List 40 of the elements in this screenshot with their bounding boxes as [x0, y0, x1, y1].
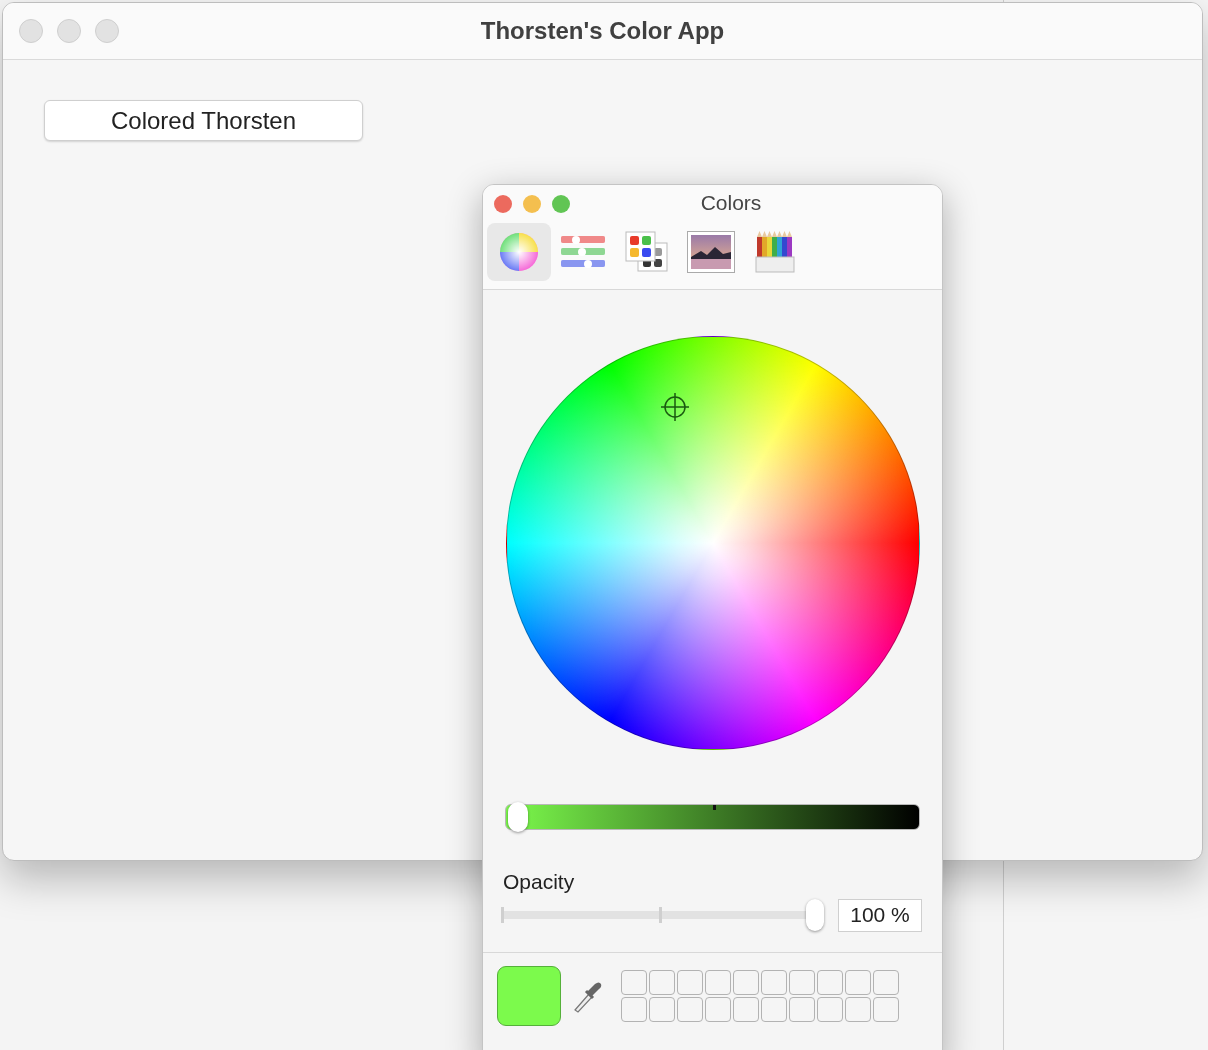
brightness-slider[interactable]: [505, 804, 920, 830]
zoom-button[interactable]: [552, 195, 570, 213]
empty-swatch-slot[interactable]: [873, 970, 899, 995]
empty-swatch-slot[interactable]: [733, 970, 759, 995]
opacity-label: Opacity: [503, 870, 576, 894]
minimize-button[interactable]: [57, 19, 81, 43]
empty-swatch-slot[interactable]: [705, 970, 731, 995]
panel-title: Colors: [699, 191, 763, 215]
palette-swatches-icon: [625, 231, 669, 273]
empty-swatch-slot[interactable]: [845, 970, 871, 995]
empty-swatch-slot[interactable]: [789, 970, 815, 995]
empty-swatch-slot[interactable]: [677, 997, 703, 1022]
close-button[interactable]: [19, 19, 43, 43]
close-button[interactable]: [494, 195, 512, 213]
colored-thorsten-button[interactable]: Colored Thorsten: [44, 100, 363, 141]
empty-swatch-slot[interactable]: [621, 997, 647, 1022]
zoom-button[interactable]: [95, 19, 119, 43]
empty-swatch-slot[interactable]: [873, 997, 899, 1022]
minimize-button[interactable]: [523, 195, 541, 213]
empty-swatch-slot[interactable]: [817, 970, 843, 995]
empty-swatch-slot[interactable]: [705, 997, 731, 1022]
color-wheel-icon: [499, 232, 539, 272]
empty-swatch-slot[interactable]: [649, 997, 675, 1022]
slider-thumb[interactable]: [806, 899, 824, 931]
empty-swatch-slot[interactable]: [761, 997, 787, 1022]
empty-swatch-slot[interactable]: [845, 997, 871, 1022]
crosshair-icon[interactable]: [659, 392, 690, 422]
current-color-swatch[interactable]: [497, 966, 561, 1026]
empty-swatch-slot[interactable]: [761, 970, 787, 995]
landscape-image-icon: [687, 231, 735, 273]
empty-swatch-slot[interactable]: [677, 970, 703, 995]
colored-pencils-icon: [755, 231, 795, 273]
empty-swatch-slot[interactable]: [733, 997, 759, 1022]
slider-thumb[interactable]: [508, 802, 529, 832]
empty-swatch-slot[interactable]: [621, 970, 647, 995]
empty-swatch-slot[interactable]: [649, 970, 675, 995]
window-title: Thorsten's Color App: [479, 17, 726, 45]
opacity-field[interactable]: 100 %: [838, 898, 922, 932]
empty-swatch-slot[interactable]: [817, 997, 843, 1022]
empty-swatch-slot[interactable]: [789, 997, 815, 1022]
